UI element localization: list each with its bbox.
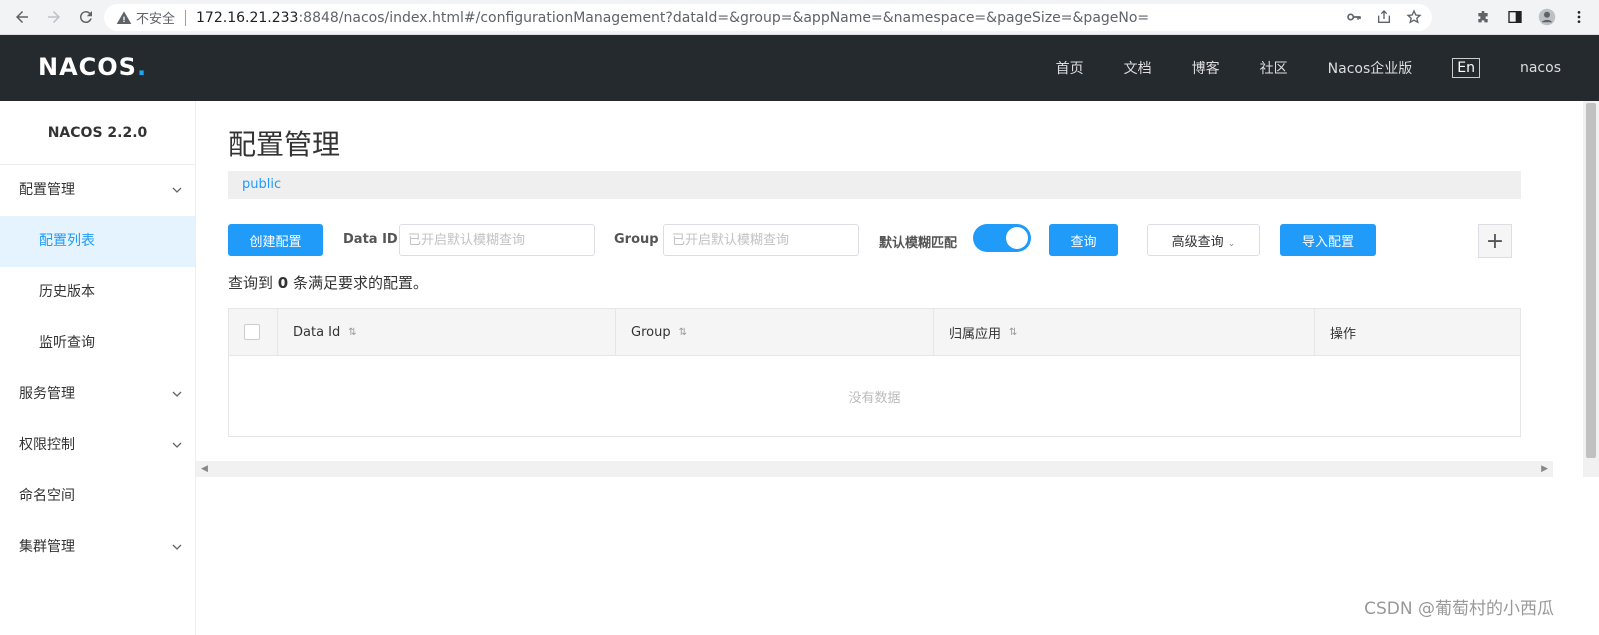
sidebar-item-label: 历史版本 [39,284,95,300]
sidebar-item-label: 服务管理 [19,386,75,402]
insecure-label: 不安全 [136,12,176,27]
result-count: 0 [277,274,289,292]
column-actions: 操作 [1315,309,1520,355]
warning-icon [116,10,132,24]
language-switch[interactable]: En [1452,58,1480,78]
sidebar-item-config-management[interactable]: 配置管理 [0,165,195,216]
sidebar-item-config-list[interactable]: 配置列表 [0,216,195,267]
browser-toolbar: 不安全 172.16.21.233:8848/nacos/index.html#… [0,0,1599,35]
result-suffix: 条满足要求的配置。 [293,274,429,292]
sidepanel-icon[interactable] [1505,7,1525,27]
scrollbar-thumb[interactable] [1586,103,1596,458]
advanced-search-button[interactable]: 高级查询 ⌄ [1147,224,1260,256]
menu-dots-icon[interactable] [1569,7,1589,27]
column-label: 操作 [1330,326,1357,342]
nav-blog[interactable]: 博客 [1192,58,1220,78]
toggle-knob [1006,227,1028,249]
column-label: Group [631,324,671,340]
column-dataid[interactable]: Data Id ⇅ [278,309,616,355]
namespace-bar: public [228,171,1521,199]
dataid-label: Data ID [343,232,398,247]
url-path: :8848/nacos/index.html#/configurationMan… [298,9,1150,26]
create-config-button[interactable]: 创建配置 [228,224,323,256]
result-prefix: 查询到 [228,274,274,292]
url-text: 172.16.21.233:8848/nacos/index.html#/con… [196,10,1149,26]
sort-icon[interactable]: ⇅ [1009,327,1017,338]
select-all-cell [229,309,278,355]
nav-docs[interactable]: 文档 [1124,58,1152,78]
chevron-down-icon [172,544,182,550]
column-label: 归属应用 [949,326,1002,342]
page-title: 配置管理 [228,128,341,161]
sidebar-item-label: 监听查询 [39,335,95,351]
share-icon[interactable] [1374,7,1394,27]
add-icon[interactable]: + [1478,224,1512,258]
sort-icon[interactable]: ⇅ [679,327,687,338]
nav-enterprise[interactable]: Nacos企业版 [1328,58,1413,78]
version-label: NACOS 2.2.0 [0,101,195,165]
chevron-down-icon [172,187,182,193]
sidebar-item-service-management[interactable]: 服务管理 [0,369,195,420]
reload-icon[interactable] [72,3,100,31]
main-content: 配置管理 public 创建配置 Data ID Group 默认模糊匹配 查询… [228,101,1521,437]
divider [185,9,187,26]
sidebar-item-listener-query[interactable]: 监听查询 [0,318,195,369]
key-icon[interactable] [1344,7,1364,27]
nav-home[interactable]: 首页 [1056,58,1084,78]
sort-icon[interactable]: ⇅ [348,327,356,338]
dataid-input[interactable] [399,224,595,256]
fuzzy-match-label: 默认模糊匹配 [879,236,958,251]
sidebar-item-access-control[interactable]: 权限控制 [0,420,195,471]
sidebar-item-label: 命名空间 [19,488,75,504]
column-group[interactable]: Group ⇅ [616,309,934,355]
sidebar-item-history[interactable]: 历史版本 [0,267,195,318]
user-name[interactable]: nacos [1520,60,1561,76]
advanced-search-label: 高级查询 [1171,234,1224,250]
sidebar-item-cluster-management[interactable]: 集群管理 [0,522,195,573]
column-label: Data Id [293,324,341,340]
sidebar-item-label: 集群管理 [19,539,75,555]
empty-state: 没有数据 [848,390,901,406]
column-app[interactable]: 归属应用 ⇅ [934,309,1315,355]
config-table: Data Id ⇅ Group ⇅ 归属应用 ⇅ 操作 没有数据 [228,308,1521,437]
chevron-down-icon [172,391,182,397]
sidebar-item-namespace[interactable]: 命名空间 [0,471,195,522]
select-all-checkbox[interactable] [244,324,260,340]
watermark: CSDN @葡萄村的小西瓜 [1364,599,1554,619]
top-header: NACOS. 首页 文档 博客 社区 Nacos企业版 En nacos [0,35,1599,101]
group-input[interactable] [663,224,859,256]
sidebar: NACOS 2.2.0 配置管理 配置列表 历史版本 监听查询 服务管理 权限控… [0,101,196,635]
nav-community[interactable]: 社区 [1260,58,1288,78]
vertical-scrollbar[interactable] [1583,101,1599,477]
sidebar-item-label: 配置管理 [19,182,75,198]
chevron-down-icon [172,442,182,448]
sidebar-item-label: 配置列表 [39,233,95,249]
top-nav: 首页 文档 博客 社区 Nacos企业版 En nacos [1016,35,1561,101]
chevron-down-icon: ⌄ [1227,238,1236,249]
import-config-button[interactable]: 导入配置 [1280,224,1376,256]
extensions-icon[interactable] [1473,7,1493,27]
search-button[interactable]: 查询 [1049,224,1118,256]
logo-text: NACOS [38,53,137,81]
namespace-public-link[interactable]: public [242,177,281,192]
address-bar[interactable]: 不安全 172.16.21.233:8848/nacos/index.html#… [104,4,1432,31]
sidebar-item-label: 权限控制 [19,437,75,453]
group-label: Group [614,232,659,247]
url-host: 172.16.21.233 [196,9,299,26]
result-summary: 查询到 0 条满足要求的配置。 [228,272,1521,293]
horizontal-scrollbar[interactable]: ◀ ▶ [196,461,1553,477]
star-icon[interactable] [1404,7,1424,27]
back-arrow-icon[interactable] [8,3,36,31]
search-toolbar: 创建配置 Data ID Group 默认模糊匹配 查询 高级查询 ⌄ 导入配置… [228,224,1521,258]
fuzzy-match-toggle[interactable] [973,224,1031,252]
nacos-logo[interactable]: NACOS. [38,53,147,81]
scroll-left-icon[interactable]: ◀ [201,464,208,474]
scroll-right-icon[interactable]: ▶ [1541,464,1548,474]
table-header: Data Id ⇅ Group ⇅ 归属应用 ⇅ 操作 [229,309,1520,356]
forward-arrow-icon[interactable] [40,3,68,31]
logo-dot: . [136,53,148,81]
profile-avatar-icon[interactable] [1537,7,1557,27]
